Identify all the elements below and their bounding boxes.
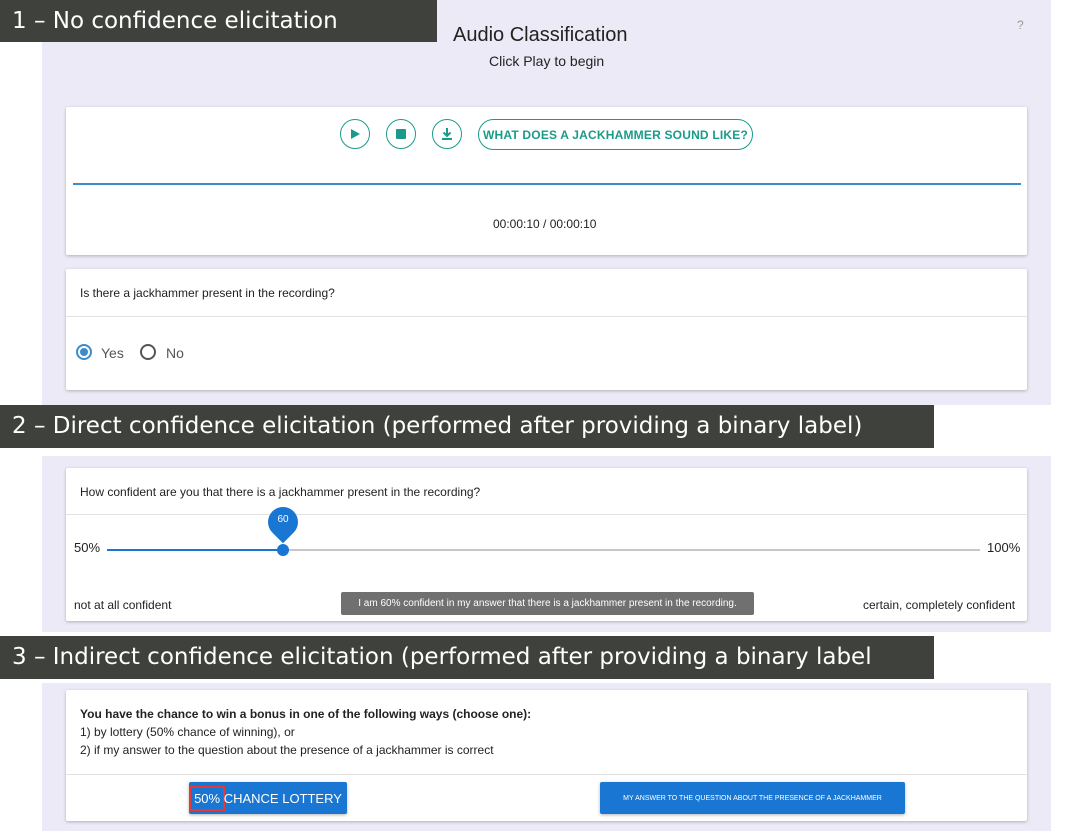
- help-icon[interactable]: ?: [1017, 18, 1024, 32]
- section1-banner: 1 – No confidence elicitation: [0, 0, 437, 42]
- slider-max-label: 100%: [987, 540, 1021, 555]
- audio-progress-bar[interactable]: [73, 183, 1021, 185]
- question-divider: [66, 316, 1027, 317]
- confidence-divider: [66, 514, 1027, 515]
- bonus-divider: [66, 774, 1027, 775]
- download-button[interactable]: [432, 119, 462, 149]
- stop-button[interactable]: [386, 119, 416, 149]
- play-icon: [351, 129, 360, 139]
- playback-time: 00:00:10 / 00:00:10: [493, 217, 597, 231]
- slider-fill: [107, 549, 283, 551]
- confidence-question: How confident are you that there is a ja…: [80, 485, 481, 499]
- lottery-label: CHANCE LOTTERY: [220, 790, 342, 806]
- app-title: Audio Classification: [453, 24, 628, 46]
- slider-value-label: 60: [277, 514, 289, 525]
- bonus-instruction: You have the chance to win a bonus in on…: [80, 707, 532, 721]
- slider-thumb[interactable]: [277, 544, 289, 556]
- lottery-button[interactable]: 50% CHANCE LOTTERY: [189, 782, 347, 814]
- radio-yes[interactable]: [76, 344, 92, 360]
- confidence-tooltip: I am 60% confident in my answer that the…: [341, 592, 754, 615]
- radio-no[interactable]: [140, 344, 156, 360]
- lottery-pct-highlight: 50%: [189, 785, 226, 811]
- left-caption: not at all confident: [74, 598, 172, 612]
- bonus-option-1: 1) by lottery (50% chance of winning), o…: [80, 725, 295, 739]
- bonus-option-2: 2) if my answer to the question about th…: [80, 743, 494, 757]
- section2-banner: 2 – Direct confidence elicitation (perfo…: [0, 405, 934, 448]
- stop-icon: [396, 129, 406, 139]
- slider-min-label: 50%: [74, 540, 101, 555]
- question-text: Is there a jackhammer present in the rec…: [80, 286, 335, 300]
- section3-banner: 3 – Indirect confidence elicitation (per…: [0, 636, 934, 679]
- example-sound-button[interactable]: WHAT DOES A JACKHAMMER SOUND LIKE?: [478, 119, 753, 150]
- play-button[interactable]: [340, 119, 370, 149]
- radio-yes-label: Yes: [101, 345, 124, 361]
- download-icon: [442, 128, 452, 140]
- app-subtitle: Click Play to begin: [489, 53, 605, 69]
- radio-no-label: No: [166, 345, 184, 361]
- answer-button[interactable]: MY ANSWER TO THE QUESTION ABOUT THE PRES…: [600, 782, 905, 814]
- right-caption: certain, completely confident: [863, 598, 1016, 612]
